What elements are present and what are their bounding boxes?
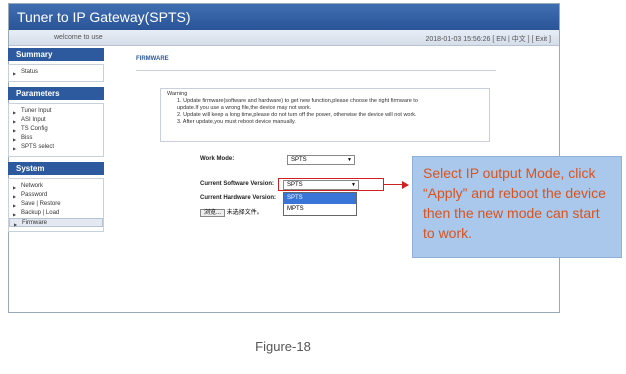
- sidebar-item-tuner-input[interactable]: Tuner Input: [9, 107, 103, 116]
- language-exit-links[interactable]: [ EN | 中文 ] [ Exit ]: [492, 36, 551, 43]
- system-section: Network Password Save | Restore Backup |…: [8, 178, 104, 232]
- sidebar-item-spts-select[interactable]: SPTS select: [9, 143, 103, 152]
- pointer-arrow-line: [384, 184, 404, 185]
- version-dropdown-list: SPTS MPTS: [283, 192, 357, 216]
- software-version-label: Current Software Version:: [200, 181, 275, 187]
- work-mode-select[interactable]: SPTS ▼: [287, 155, 355, 165]
- browse-button[interactable]: 浏览...: [200, 209, 226, 217]
- warning-line-2: update.If you use a wrong file,the devic…: [177, 105, 312, 111]
- hardware-version-label: Current Hardware Version:: [200, 195, 277, 201]
- sidebar-item-biss[interactable]: Biss: [9, 134, 103, 143]
- pointer-arrow-icon: [402, 181, 409, 189]
- dropdown-option-mpts[interactable]: MPTS: [284, 204, 356, 215]
- summary-heading: Summary: [8, 48, 104, 61]
- sidebar-item-ts-config[interactable]: TS Config: [9, 125, 103, 134]
- work-mode-value: SPTS: [291, 157, 307, 163]
- warning-title: Warning: [167, 91, 188, 97]
- warning-box: Warning 1. Update firmware(software and …: [160, 88, 490, 142]
- parameters-section: Tuner Input ASI Input TS Config Biss SPT…: [8, 103, 104, 157]
- no-file-text: 未选择文件。: [226, 210, 263, 216]
- sidebar-item-network[interactable]: Network: [9, 182, 103, 191]
- sidebar-item-save-restore[interactable]: Save | Restore: [9, 200, 103, 209]
- sidebar-item-firmware[interactable]: Firmware: [9, 218, 103, 228]
- title-divider: [136, 70, 496, 71]
- sidebar-item-backup-load[interactable]: Backup | Load: [9, 209, 103, 218]
- work-mode-label: Work Mode:: [200, 156, 235, 162]
- welcome-text: welcome to use: [54, 34, 103, 41]
- sidebar-item-asi-input[interactable]: ASI Input: [9, 116, 103, 125]
- app-title: Tuner to IP Gateway(SPTS): [9, 4, 559, 30]
- chevron-down-icon: ▼: [347, 157, 352, 163]
- system-heading: System: [8, 162, 104, 175]
- parameters-heading: Parameters: [8, 87, 104, 100]
- page-title: FIRMWARE: [136, 56, 169, 62]
- main-content: FIRMWARE: [136, 56, 536, 62]
- datetime-text: 2018-01-03 15:56:26: [425, 36, 491, 43]
- top-bar: welcome to use 2018-01-03 15:56:26 [ EN …: [9, 30, 559, 46]
- warning-line-4: 3. After update,you must reboot device m…: [177, 119, 296, 125]
- sidebar: Summary Status Parameters Tuner Input AS…: [8, 48, 104, 237]
- file-upload: 浏览... 未选择文件。: [200, 207, 263, 217]
- dropdown-option-spts[interactable]: SPTS: [284, 193, 356, 204]
- summary-section: Status: [8, 64, 104, 82]
- annotation-callout: Select IP output Mode, click “Apply” and…: [412, 156, 622, 258]
- highlight-box: [278, 178, 384, 191]
- sidebar-item-status[interactable]: Status: [9, 68, 103, 77]
- sidebar-item-password[interactable]: Password: [9, 191, 103, 200]
- warning-line-3: 2. Update will keep a long time,please d…: [177, 112, 417, 118]
- figure-caption: Figure-18: [255, 339, 311, 354]
- warning-line-1: 1. Update firmware(software and hardware…: [177, 98, 418, 104]
